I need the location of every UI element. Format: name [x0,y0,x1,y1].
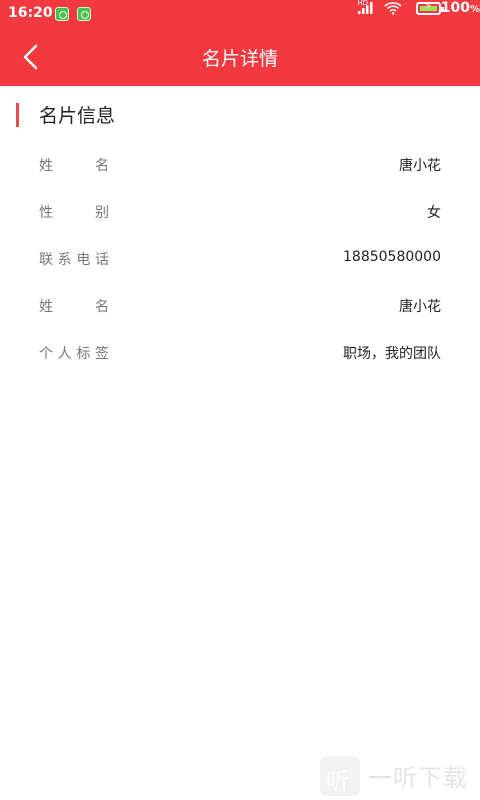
app-header: 16:20 HD ⚡ 100% 名片详情 [0,0,480,86]
info-label: 个 人 标 签 [39,343,109,363]
watermark-text: 一听下载 [368,764,468,792]
label-char: 名 [95,158,109,174]
info-label: 性 别 [39,202,109,222]
info-value: 唐小花 [399,299,441,315]
status-time: 16:20 [8,5,53,21]
watermark-logo-text: 听 [326,769,349,795]
label-char: 系 [57,252,72,268]
label-char: 电 [76,252,91,268]
info-row-tags: 个 人 标 签 职场，我的团队 [0,328,480,375]
wifi-icon [384,2,402,15]
info-label: 联 系 电 话 [39,249,109,269]
watermark-logo: 听 [320,756,360,796]
label-char: 个 [39,346,53,362]
navigation-bar: 名片详情 [0,28,480,86]
signal-icon [358,2,373,14]
section-title: 名片信息 [39,105,116,127]
label-char: 别 [95,205,109,221]
info-value: 18850580000 [343,249,441,265]
chat-app-icon [55,7,69,21]
label-char: 名 [95,299,109,315]
info-row-phone: 联 系 电 话 18850580000 [0,234,480,281]
label-char: 人 [57,346,72,362]
label-char: 签 [94,346,109,362]
info-row-name-repeat: 姓 名 唐小花 [0,281,480,328]
info-value: 女 [427,205,441,221]
battery-percent: 100% [441,0,480,16]
page-title: 名片详情 [201,48,278,70]
battery-unit: % [469,4,480,15]
battery-icon: ⚡ [416,1,444,15]
info-row-name: 姓 名 唐小花 [0,140,480,187]
label-char: 话 [94,252,109,268]
charging-icon: ⚡ [425,1,433,12]
download-watermark: 听 一听下载 [320,750,480,800]
info-value: 职场，我的团队 [343,346,441,362]
info-label: 姓 名 [39,155,109,175]
battery-value: 100 [440,0,470,16]
status-bar: 16:20 HD ⚡ 100% [0,0,480,28]
label-char: 姓 [39,158,53,174]
label-char: 联 [39,252,53,268]
info-label: 姓 名 [39,296,109,316]
label-char: 姓 [39,299,53,315]
label-char: 标 [76,346,91,362]
info-value: 唐小花 [399,158,441,174]
label-char: 性 [39,205,53,221]
message-app-icon [77,7,91,21]
card-info-list: 姓 名 唐小花 性 别 女 联 系 电 话 18850580000 姓 名 唐小… [0,140,480,375]
section-accent-bar [16,103,19,127]
info-row-gender: 性 别 女 [0,187,480,234]
